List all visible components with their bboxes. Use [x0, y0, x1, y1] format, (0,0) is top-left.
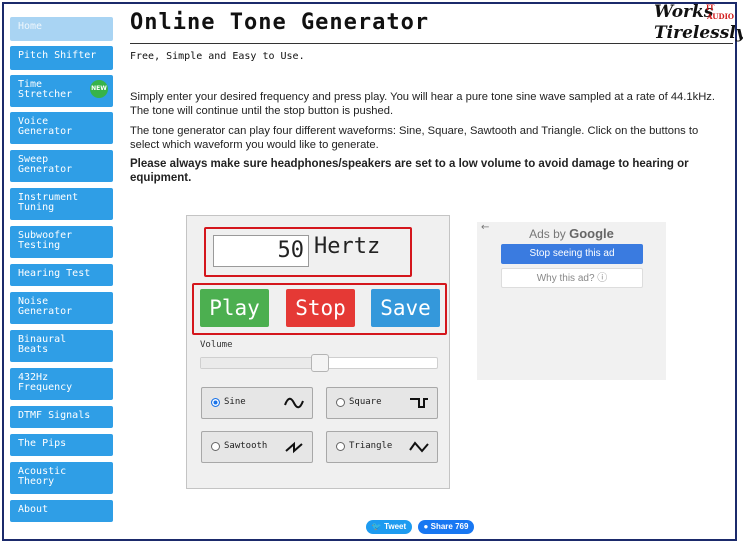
sidebar-item-the-pips[interactable]: The Pips	[10, 434, 113, 456]
logo-badge-bottom: AUDIO	[707, 12, 734, 21]
sidebar-item-instrument-tuning[interactable]: Instrument Tuning	[10, 188, 113, 220]
why-this-ad-button[interactable]: Why this ad? ⓘ	[501, 268, 643, 288]
square-label: Square	[349, 397, 382, 407]
sidebar-item-acoustic-theory[interactable]: Acoustic Theory	[10, 462, 113, 494]
ad-title-prefix: Ads by	[529, 227, 566, 241]
logo-badge-top: IT	[706, 3, 715, 12]
volume-slider-thumb[interactable]	[311, 354, 329, 372]
logo-line1: Works	[654, 2, 714, 22]
tweet-button[interactable]: 🐦 Tweet	[366, 520, 412, 534]
intro-paragraph-1: Simply enter your desired frequency and …	[130, 91, 715, 117]
triangle-radio[interactable]	[336, 442, 345, 451]
intro-paragraph-2: The tone generator can play four differe…	[130, 125, 699, 151]
square-radio[interactable]	[336, 398, 345, 407]
twitter-bird-icon: 🐦	[371, 522, 382, 531]
volume-slider-fill	[201, 358, 320, 368]
sidebar-item-label: Pitch Shifter	[18, 50, 97, 61]
sine-label: Sine	[224, 397, 246, 407]
volume-slider[interactable]	[200, 354, 438, 372]
sidebar-item-label: 432Hz Frequency	[18, 372, 73, 393]
square-wave-icon	[410, 398, 428, 408]
site-logo[interactable]: Works IT AUDIO Tirelessly	[654, 2, 743, 44]
ad-title: Ads by Google	[477, 226, 666, 241]
triangle-wave-icon	[409, 441, 429, 453]
logo-line2: Tirelessly	[654, 23, 743, 43]
facebook-share-button[interactable]: ● Share 769	[418, 520, 474, 534]
ad-panel: ← Ads by Google Stop seeing this ad Why …	[477, 222, 666, 380]
sidebar-item-label: About	[18, 504, 49, 515]
sidebar-item-label: The Pips	[18, 438, 67, 449]
page-subtitle: Free, Simple and Easy to Use.	[130, 51, 305, 62]
triangle-label: Triangle	[349, 441, 393, 451]
facebook-icon: ●	[423, 522, 429, 531]
sidebar-item-subwoofer-testing[interactable]: Subwoofer Testing	[10, 226, 113, 258]
tweet-label: Tweet	[384, 522, 407, 531]
sidebar-item-pitch-shifter[interactable]: Pitch Shifter	[10, 46, 113, 70]
waveform-sine-button[interactable]: Sine	[201, 387, 313, 419]
waveform-square-button[interactable]: Square	[326, 387, 438, 419]
page-title: Online Tone Generator	[130, 10, 430, 35]
save-button[interactable]: Save	[371, 289, 440, 327]
sidebar-item-label: Time Stretcher	[18, 79, 73, 100]
sidebar-item-label: Subwoofer Testing	[18, 230, 73, 251]
play-button[interactable]: Play	[200, 289, 269, 327]
frequency-input[interactable]: 50	[213, 235, 309, 267]
volume-warning: Please always make sure headphones/speak…	[130, 158, 689, 184]
sidebar-item-time-stretcher[interactable]: Time Stretcher NEW	[10, 75, 113, 107]
sidebar-item-about[interactable]: About	[10, 500, 113, 522]
sidebar-item-noise-generator[interactable]: Noise Generator	[10, 292, 113, 324]
sidebar-item-binaural-beats[interactable]: Binaural Beats	[10, 330, 113, 362]
title-divider	[130, 43, 733, 44]
facebook-share-label: Share 769	[430, 522, 469, 531]
ad-title-brand: Google	[569, 226, 614, 241]
frequency-unit: Hertz	[314, 234, 381, 259]
sidebar-item-label: Voice Generator	[18, 116, 73, 137]
stop-button[interactable]: Stop	[286, 289, 355, 327]
sidebar-item-home[interactable]: Home	[10, 17, 113, 41]
sidebar-item-dtmf-signals[interactable]: DTMF Signals	[10, 406, 113, 428]
sidebar-item-label: Noise Generator	[18, 296, 73, 317]
sidebar-item-label: Hearing Test	[18, 268, 91, 279]
sidebar-item-label: DTMF Signals	[18, 410, 91, 421]
sidebar-item-voice-generator[interactable]: Voice Generator	[10, 112, 113, 144]
sidebar-item-sweep-generator[interactable]: Sweep Generator	[10, 150, 113, 182]
volume-label: Volume	[200, 340, 233, 350]
sidebar-item-hearing-test[interactable]: Hearing Test	[10, 264, 113, 286]
sidebar-item-label: Home	[18, 21, 43, 32]
waveform-triangle-button[interactable]: Triangle	[326, 431, 438, 463]
sine-wave-icon	[284, 397, 304, 409]
new-badge: NEW	[90, 80, 108, 98]
sidebar-item-label: Binaural Beats	[18, 334, 67, 355]
sidebar-item-label: Sweep Generator	[18, 154, 73, 175]
sidebar-item-label: Instrument Tuning	[18, 192, 79, 213]
sidebar-item-432hz-frequency[interactable]: 432Hz Frequency	[10, 368, 113, 400]
stop-seeing-ad-button[interactable]: Stop seeing this ad	[501, 244, 643, 264]
sidebar-item-label: Acoustic Theory	[18, 466, 67, 487]
waveform-sawtooth-button[interactable]: Sawtooth	[201, 431, 313, 463]
sawtooth-radio[interactable]	[211, 442, 220, 451]
sine-radio[interactable]	[211, 398, 220, 407]
sawtooth-wave-icon	[285, 441, 303, 454]
sawtooth-label: Sawtooth	[224, 441, 268, 451]
